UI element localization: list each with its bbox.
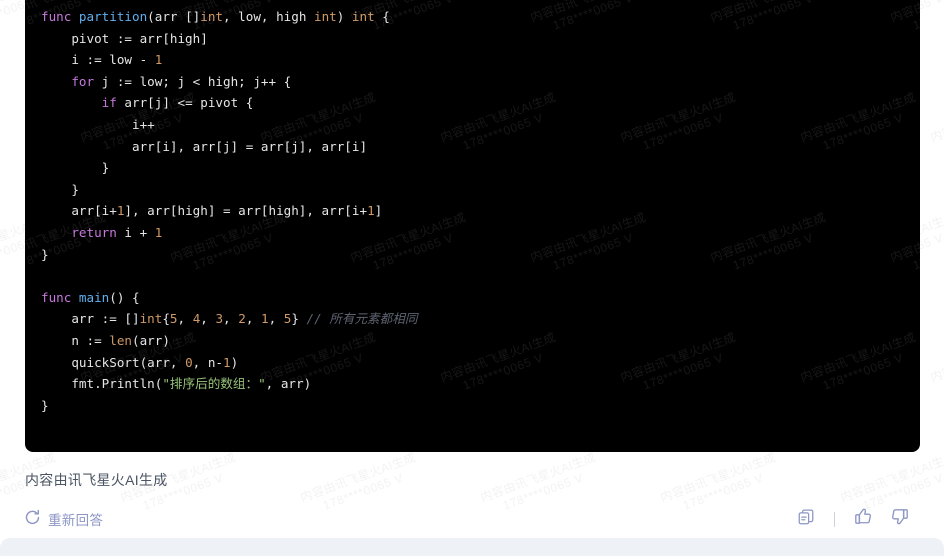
code-line: arr[i+1], arr[high] = arr[high], arr[i+1…	[41, 203, 383, 219]
code-line: func main() {	[41, 289, 140, 305]
code-content: func partition(arr []int, low, high int)…	[25, 0, 920, 416]
feedback-actions	[795, 504, 910, 534]
action-divider	[834, 511, 835, 527]
watermark-text: 内容由讯飞星火AI生成178****0065 V	[889, 450, 920, 452]
code-line: i++	[41, 116, 155, 132]
copy-button[interactable]	[795, 508, 817, 530]
watermark-text: 内容由讯飞星火AI生成178****0065 V	[529, 450, 653, 452]
watermark-text: 内容由讯飞星火AI生成178****0065 V	[25, 450, 113, 452]
bottom-strip	[0, 538, 944, 556]
code-line: arr := []int{5, 4, 3, 2, 1, 5} // 所有元素都相…	[41, 311, 418, 327]
code-line: pivot := arr[high]	[41, 30, 208, 46]
dislike-button[interactable]	[888, 508, 910, 530]
watermark-text: 内容由讯飞星火AI生成178****0065 V	[928, 330, 944, 385]
code-line: }	[41, 160, 110, 176]
code-line: fmt.Println("排序后的数组：", arr)	[41, 376, 312, 392]
code-block: 内容由讯飞星火AI生成178****0065 V 内容由讯飞星火AI生成178**…	[25, 0, 920, 452]
code-line: }	[41, 397, 49, 413]
ai-disclaimer: 内容由讯飞星火AI生成	[25, 472, 168, 488]
code-line: quickSort(arr, 0, n-1)	[41, 354, 239, 370]
code-line: n := len(arr)	[41, 332, 170, 348]
thumbs-up-icon	[854, 507, 873, 531]
code-line: arr[i], arr[j] = arr[j], arr[i]	[41, 138, 368, 154]
code-line: }	[41, 181, 79, 197]
watermark-text: 内容由讯飞星火AI生成178****0065 V	[169, 450, 293, 452]
message-action-bar: 重新回答	[0, 504, 944, 538]
code-listing[interactable]: func partition(arr []int, low, high int)…	[25, 6, 920, 416]
copy-icon	[797, 508, 815, 531]
refresh-icon	[24, 508, 41, 530]
code-line: }	[41, 246, 49, 262]
code-line: i := low - 1	[41, 52, 163, 68]
thumbs-down-icon	[890, 507, 909, 531]
code-line: for j := low; j < high; j++ {	[71, 73, 292, 89]
code-line: if arr[j] <= pivot {	[101, 95, 254, 111]
watermark-text: 内容由讯飞星火AI生成178****0065 V	[349, 450, 473, 452]
code-line: return i + 1	[71, 224, 163, 240]
code-line: func partition(arr []int, low, high int)…	[41, 9, 390, 24]
regenerate-button[interactable]: 重新回答	[24, 504, 103, 534]
regenerate-label: 重新回答	[48, 513, 104, 528]
like-button[interactable]	[852, 508, 874, 530]
watermark-text: 内容由讯飞星火AI生成178****0065 V	[928, 90, 944, 145]
watermark-text: 内容由讯飞星火AI生成178****0065 V	[709, 450, 833, 452]
